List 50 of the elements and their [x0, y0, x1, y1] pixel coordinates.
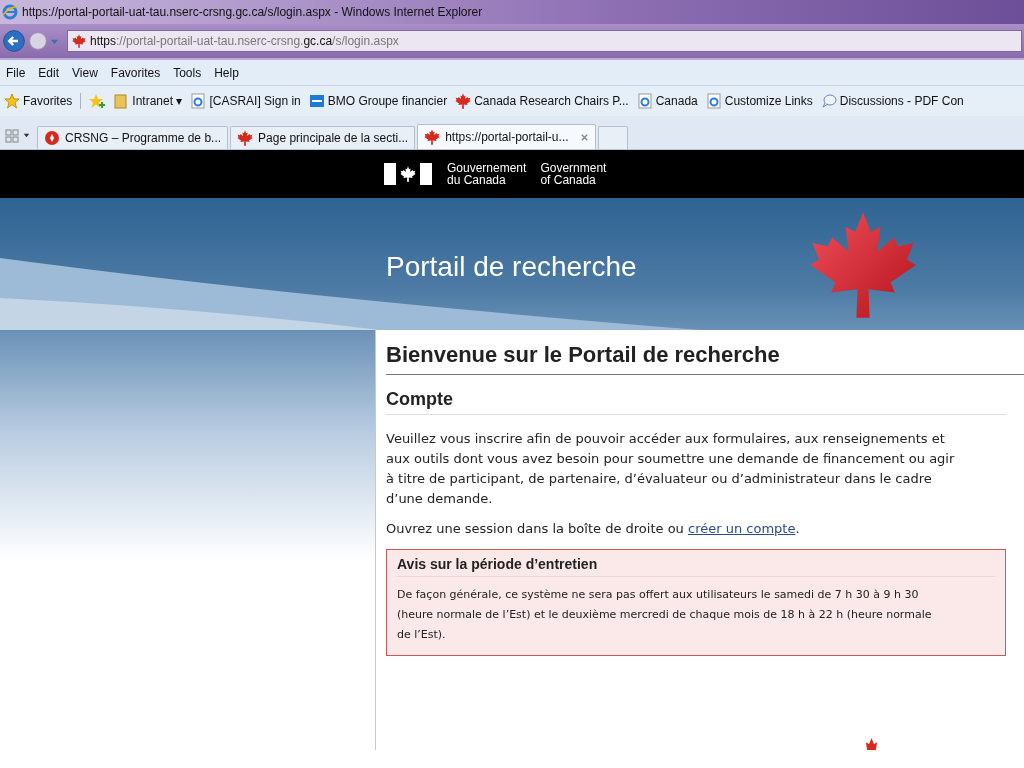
round-logo-icon	[44, 130, 60, 146]
maple-leaf-icon	[866, 738, 877, 750]
star-icon	[4, 93, 20, 109]
login-sentence: Ouvrez une session dans la boîte de droite ou créer un compte.	[386, 520, 801, 538]
speech-bubble-icon	[820, 93, 837, 109]
favorites-link[interactable]: Discussions - PDF Con	[820, 93, 964, 109]
maple-leaf-icon	[424, 129, 441, 145]
notice-title: Avis sur la période d’entretien	[397, 556, 995, 577]
government-wordmark: Gouvernement du Canada Government of Canada	[447, 162, 607, 186]
favorites-link[interactable]: BMO Groupe financier	[308, 93, 448, 109]
menu-item[interactable]: Tools	[173, 65, 202, 80]
address-field[interactable]: https://portal-portail-uat-tau.nserc-crsng.gc.ca/s/login.aspx	[67, 30, 1022, 52]
favorites-link[interactable]	[89, 93, 106, 109]
notice-text: De façon générale, ce système ne sera pas offert aux utilisateurs le samedi de 7 h 30 à 9 h 30 (heure normale de l’Est) et le deuxième mercredi de chaque mois de 18 h à 22 h (heure normale de l’Est).	[397, 587, 933, 643]
maple-leaf-icon	[72, 34, 86, 48]
menu-item[interactable]: Help	[214, 65, 239, 80]
folder-icon	[113, 93, 130, 109]
favorites-link[interactable]: Canada	[636, 93, 698, 109]
favorites-link[interactable]: [CASRAI] Sign in	[190, 93, 301, 109]
menu-item[interactable]: Edit	[38, 65, 60, 80]
favorites-link[interactable]: Favorites	[4, 93, 73, 109]
page-icon	[190, 93, 207, 109]
tab-list-icon[interactable]	[22, 131, 31, 140]
menu-item[interactable]: File	[6, 65, 26, 80]
back-button[interactable]	[2, 29, 26, 53]
page-icon	[705, 93, 722, 109]
new-tab-button[interactable]	[597, 126, 628, 149]
window-title: https://portal-portail-uat-tau.nserc-crsng.gc.ca/s/login.aspx - Windows Internet Explorer	[22, 5, 483, 19]
banner-title: Portail de recherche	[386, 250, 637, 283]
browser-tab[interactable]: https://portal-portail-u...	[417, 124, 596, 149]
close-icon[interactable]	[579, 132, 589, 142]
favorites-link[interactable]: Intranet ▾	[113, 93, 183, 109]
e-logo-icon	[2, 4, 18, 20]
browser-tab[interactable]: Page principale de la secti...	[230, 126, 416, 149]
url-text: https://portal-portail-uat-tau.nserc-crsng.gc.ca/s/login.aspx	[90, 34, 399, 48]
maple-leaf-icon	[455, 93, 472, 109]
create-account-link[interactable]: créer un compte	[688, 521, 796, 536]
menu-item[interactable]: View	[72, 65, 98, 80]
bank-logo-icon	[308, 93, 325, 109]
browser-tab[interactable]: CRSNG – Programme de b...	[37, 126, 229, 149]
section-heading: Compte	[386, 389, 1006, 415]
star-plus-icon	[89, 93, 106, 109]
page-heading: Bienvenue sur le Portail de recherche	[386, 342, 1024, 375]
canada-flag-icon	[383, 163, 433, 185]
page-icon	[636, 93, 653, 109]
maple-leaf-icon	[237, 130, 254, 146]
favorites-link[interactable]: Customize Links	[705, 93, 813, 109]
menu-item[interactable]: Favorites	[110, 65, 161, 80]
favorites-link[interactable]: Canada Research Chairs P...	[455, 93, 629, 109]
intro-paragraph: Veuillez vous inscrire afin de pouvoir accéder aux formulaires, aux renseignements et aux outils dont vous avez besoin pour soumettre une demande de financement ou agir à titre de participant, de partenaire, d’évaluateur ou d’administrateur dans le cadre d’une demande.	[386, 430, 956, 508]
